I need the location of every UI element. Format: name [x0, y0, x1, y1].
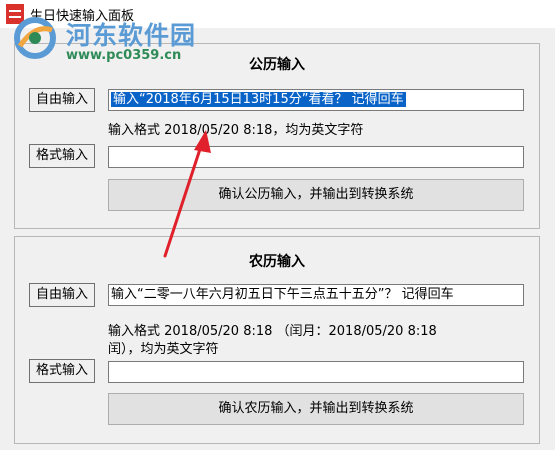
- lunar-input-group: 农历输入 自由输入 输入“二零一八年六月初五日下午三点五十五分”？ 记得回车 输…: [14, 236, 540, 444]
- solar-format-input-button[interactable]: 格式输入: [29, 144, 95, 168]
- lunar-confirm-button[interactable]: 确认农历输入，并输出到转换系统: [108, 393, 524, 425]
- solar-free-input-field[interactable]: 输入“2018年6月15日13时15分”看看？ 记得回车: [108, 89, 524, 111]
- solar-input-group: 公历输入 自由输入 输入“2018年6月15日13时15分”看看？ 记得回车 输…: [14, 43, 540, 229]
- watermark-url-text: www.pc0359.cn: [66, 48, 182, 63]
- watermark: 河东软件园 www.pc0359.cn: [12, 16, 222, 68]
- lunar-free-input-field[interactable]: 输入“二零一八年六月初五日下午三点五十五分”？ 记得回车: [108, 284, 524, 306]
- lunar-free-input-button[interactable]: 自由输入: [29, 283, 95, 307]
- lunar-section-title: 农历输入: [249, 254, 305, 270]
- watermark-brand-text: 河东软件园: [66, 21, 197, 50]
- lunar-format-input-button[interactable]: 格式输入: [29, 359, 95, 383]
- solar-format-hint: 输入格式 2018/05/20 8:18，均为英文字符: [108, 123, 364, 138]
- watermark-logo-icon: [14, 17, 56, 59]
- lunar-format-hint-line1: 输入格式 2018/05/20 8:18 （闰月：2018/05/20 8:18: [108, 324, 437, 339]
- solar-confirm-button[interactable]: 确认公历输入，并输出到转换系统: [108, 179, 524, 211]
- solar-free-input-selected-text: 输入“2018年6月15日13时15分”看看？ 记得回车: [111, 92, 406, 107]
- lunar-format-hint-line2: 闰），均为英文字符: [108, 342, 219, 357]
- solar-format-input-field[interactable]: [108, 146, 524, 168]
- lunar-format-input-field[interactable]: [108, 361, 524, 383]
- window-client: 公历输入 自由输入 输入“2018年6月15日13时15分”看看？ 记得回车 输…: [0, 28, 555, 450]
- solar-free-input-button[interactable]: 自由输入: [29, 88, 95, 112]
